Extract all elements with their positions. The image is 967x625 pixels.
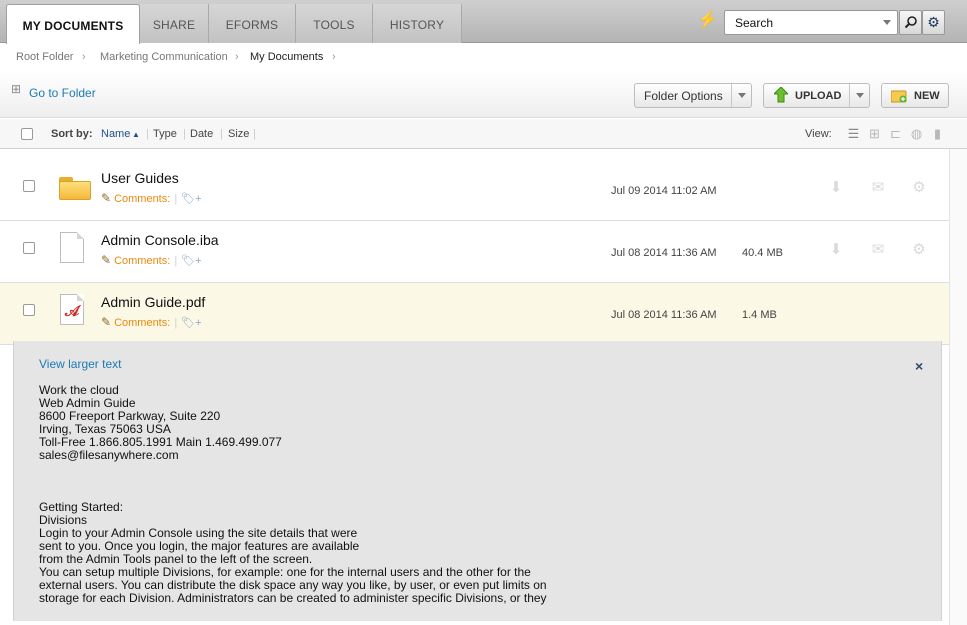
list-view-icon[interactable]: ☰	[846, 126, 861, 141]
row-checkbox[interactable]	[23, 242, 35, 254]
magnifier-icon	[904, 16, 917, 29]
search-input[interactable]: Search	[724, 10, 898, 35]
folder-options-label: Folder Options	[644, 89, 723, 103]
breadcrumb-separator-icon: ›	[332, 51, 336, 63]
file-size: 1.4 MB	[742, 309, 777, 321]
text-preview-panel: View larger text × Work the cloud Web Adm…	[13, 341, 942, 621]
upload-button[interactable]: UPLOAD	[763, 83, 870, 108]
sort-name[interactable]: Name	[101, 128, 130, 140]
folder-tree-icon: ⊞	[11, 82, 22, 96]
chart-view-icon[interactable]: ▮	[930, 126, 945, 141]
tab-eforms[interactable]: EFORMS	[209, 4, 296, 43]
go-to-folder-label: Go to Folder	[29, 86, 96, 100]
comments-label: Comments:	[114, 193, 171, 205]
sort-bar: Sort by: Name ▲ | Type | Date | Size | V…	[0, 119, 967, 149]
upload-arrow-icon	[774, 87, 788, 103]
preview-line: sales@filesanywhere.com	[39, 448, 179, 462]
gear-icon[interactable]: ⚙	[910, 179, 928, 197]
search-dropdown-icon[interactable]	[883, 20, 891, 25]
list-item[interactable]: 𝒜 Admin Guide.pdf ✎ Comments: | 🏷+ Jul 08 2…	[0, 283, 949, 345]
comments-link[interactable]: ✎ Comments: | 🏷+	[101, 191, 202, 205]
email-icon[interactable]: ✉	[869, 179, 887, 197]
document-icon	[60, 232, 84, 263]
new-folder-icon	[891, 90, 907, 103]
preview-text: Work the cloud Web Admin Guide 8600 Freepo…	[39, 384, 547, 605]
grid-view-icon[interactable]: ⊞	[867, 126, 882, 141]
tab-share[interactable]: SHARE	[140, 4, 209, 43]
new-label: NEW	[914, 90, 940, 102]
comments-label: Comments:	[114, 255, 171, 267]
tree-view-icon[interactable]: ⊏	[888, 126, 903, 141]
row-checkbox[interactable]	[23, 304, 35, 316]
comments-label: Comments:	[114, 317, 171, 329]
tab-tools[interactable]: TOOLS	[296, 4, 373, 43]
tab-history[interactable]: HISTORY	[373, 4, 462, 43]
comments-link[interactable]: ✎ Comments: | 🏷+	[101, 315, 202, 329]
divider: |	[253, 128, 256, 140]
breadcrumb-separator-icon: ›	[235, 51, 239, 63]
breadcrumb-separator-icon: ›	[82, 51, 86, 63]
new-button[interactable]: NEW	[881, 83, 949, 108]
folder-icon	[59, 177, 91, 200]
file-date: Jul 08 2014 11:36 AM	[611, 309, 717, 321]
scrollbar[interactable]	[949, 149, 967, 625]
go-to-folder-link[interactable]: ⊞ Go to Folder	[11, 82, 96, 100]
preview-line: Getting Started:	[39, 500, 124, 514]
sort-ascending-icon: ▲	[132, 130, 140, 139]
breadcrumb-current: My Documents	[250, 51, 324, 63]
chevron-down-icon[interactable]	[731, 84, 751, 107]
pencil-icon: ✎	[101, 315, 112, 329]
gear-icon: ⚙	[927, 14, 940, 30]
breadcrumb: Root Folder › Marketing Communication › …	[0, 44, 967, 72]
list-item[interactable]: User Guides ✎ Comments: | 🏷+ Jul 09 2014 11…	[0, 159, 949, 221]
pdf-icon: 𝒜	[60, 294, 84, 325]
tab-my-documents[interactable]: MY DOCUMENTS	[6, 4, 140, 44]
tag-add-icon[interactable]: 🏷+	[181, 255, 201, 267]
lightning-icon[interactable]: ⚡	[697, 10, 718, 32]
divider: |	[146, 128, 149, 140]
pencil-icon: ✎	[101, 191, 112, 205]
preview-line: storage for each Division. Administrator…	[39, 591, 547, 605]
list-item[interactable]: Admin Console.iba ✎ Comments: | 🏷+ Jul 08 2…	[0, 221, 949, 283]
file-size: 40.4 MB	[742, 247, 783, 259]
chevron-down-icon[interactable]	[849, 84, 869, 107]
view-label: View:	[805, 128, 832, 140]
sort-date[interactable]: Date	[190, 128, 213, 140]
folder-options-button[interactable]: Folder Options	[634, 83, 752, 108]
sort-type[interactable]: Type	[153, 128, 177, 140]
tag-add-icon[interactable]: 🏷+	[181, 193, 201, 205]
file-name[interactable]: Admin Console.iba	[101, 232, 219, 248]
download-icon[interactable]: ⬇	[827, 179, 845, 197]
preview-line	[39, 475, 547, 488]
gear-icon[interactable]: ⚙	[910, 241, 928, 259]
upload-label: UPLOAD	[795, 90, 842, 102]
email-icon[interactable]: ✉	[869, 241, 887, 259]
globe-view-icon[interactable]: ◍	[909, 126, 924, 141]
top-navigation: MY DOCUMENTS SHARE EFORMS TOOLS HISTORY …	[0, 0, 967, 44]
sort-by-label: Sort by:	[51, 128, 93, 140]
file-name[interactable]: User Guides	[101, 170, 179, 186]
file-date: Jul 08 2014 11:36 AM	[611, 247, 717, 259]
file-date: Jul 09 2014 11:02 AM	[611, 185, 717, 197]
toolbar: ⊞ Go to Folder Folder Options UPLOAD NEW	[0, 72, 967, 118]
divider: |	[183, 128, 186, 140]
pencil-icon: ✎	[101, 253, 112, 267]
select-all-checkbox[interactable]	[21, 128, 33, 140]
close-icon[interactable]: ×	[915, 358, 923, 374]
tag-add-icon[interactable]: 🏷+	[181, 317, 201, 329]
search-button[interactable]	[899, 10, 922, 35]
comments-link[interactable]: ✎ Comments: | 🏷+	[101, 253, 202, 267]
sort-size[interactable]: Size	[228, 128, 249, 140]
settings-button[interactable]: ⚙	[922, 10, 945, 35]
breadcrumb-root[interactable]: Root Folder	[16, 51, 73, 63]
file-name[interactable]: Admin Guide.pdf	[101, 294, 205, 310]
download-icon[interactable]: ⬇	[827, 241, 845, 259]
divider: |	[220, 128, 223, 140]
preview-line	[39, 462, 547, 475]
row-checkbox[interactable]	[23, 180, 35, 192]
search-input-value: Search	[735, 16, 774, 30]
view-larger-text-link[interactable]: View larger text	[39, 357, 121, 371]
breadcrumb-marketing[interactable]: Marketing Communication	[100, 51, 228, 63]
